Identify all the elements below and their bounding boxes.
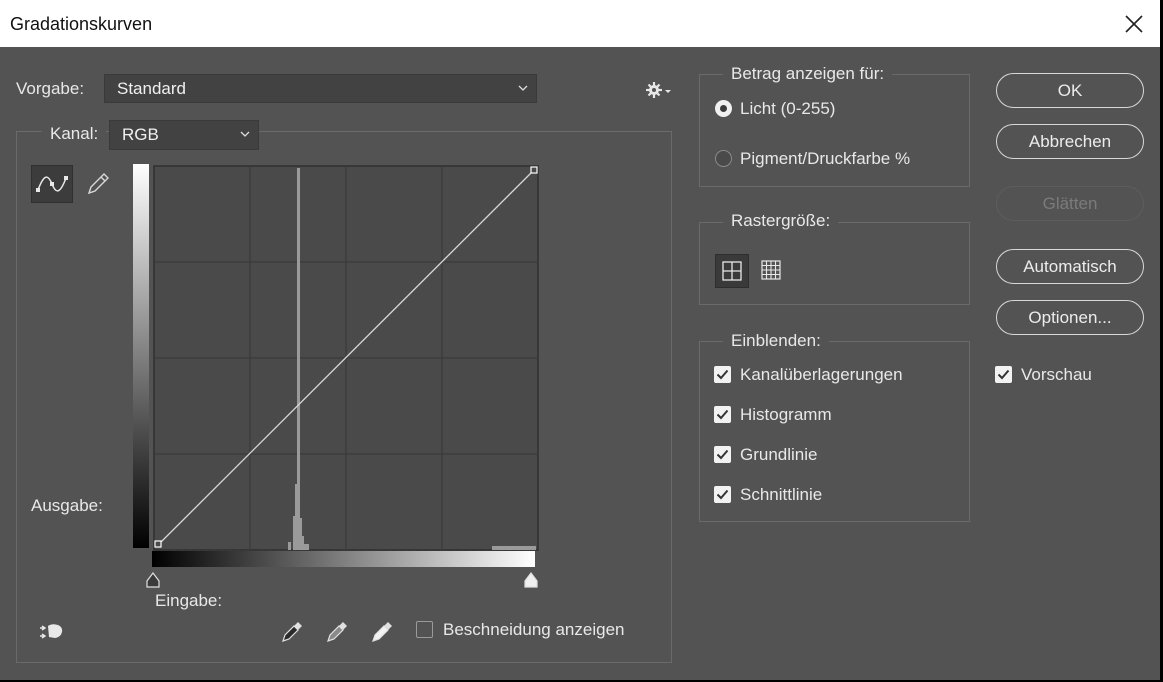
chevron-down-icon [518, 85, 528, 91]
baseline-label: Grundlinie [740, 445, 818, 464]
output-gradient-bar [133, 164, 149, 548]
preset-dropdown[interactable]: Standard [104, 74, 537, 103]
light-radio-label: Licht (0-255) [740, 99, 836, 118]
dialog-title: Gradationskurven [10, 14, 153, 34]
grid-size-legend: Rastergröße: [723, 211, 839, 231]
input-label: Eingabe: [155, 591, 223, 610]
pencil-tool-icon[interactable] [84, 170, 112, 198]
black-eyedropper-icon[interactable] [279, 617, 307, 645]
ok-button[interactable]: OK [996, 73, 1144, 108]
white-point-slider[interactable] [523, 571, 539, 589]
cancel-button[interactable]: Abbrechen [996, 124, 1144, 159]
chevron-down-icon [240, 131, 250, 137]
curve-graph[interactable] [152, 164, 540, 552]
baseline-checkbox[interactable] [714, 446, 731, 463]
gray-eyedropper-icon[interactable] [324, 617, 352, 645]
channel-label: Kanal: [42, 124, 107, 144]
channel-overlays-checkbox[interactable] [714, 366, 731, 383]
channel-overlays-label: Kanalüberlagerungen [740, 365, 903, 384]
auto-button[interactable]: Automatisch [996, 249, 1144, 284]
curve-edit-tool-icon[interactable] [31, 165, 73, 203]
output-label: Ausgabe: [31, 496, 103, 515]
detailed-grid-icon[interactable] [755, 254, 789, 288]
input-gradient-bar [152, 551, 535, 567]
show-amount-legend: Betrag anzeigen für: [723, 64, 893, 84]
intersection-line-label: Schnittlinie [740, 485, 823, 504]
histogram-label: Histogramm [740, 405, 832, 424]
channel-value: RGB [122, 125, 159, 144]
title-bar: Gradationskurven [0, 0, 1160, 47]
on-image-adjust-icon[interactable] [36, 620, 66, 644]
preset-label: Vorgabe: [16, 79, 85, 98]
preset-value: Standard [117, 79, 186, 98]
show-clipping-label: Beschneidung anzeigen [443, 620, 625, 639]
simple-grid-icon[interactable] [715, 254, 749, 288]
channel-dropdown[interactable]: RGB [109, 120, 259, 150]
intersection-line-checkbox[interactable] [714, 486, 731, 503]
pigment-radio-label: Pigment/Druckfarbe % [740, 149, 911, 168]
histogram-checkbox[interactable] [714, 406, 731, 423]
smooth-button[interactable]: Glätten [996, 186, 1144, 221]
curve-point-black[interactable] [154, 540, 162, 548]
curves-dialog: Gradationskurven Vorgabe: Standard Kanal… [0, 0, 1163, 682]
show-legend: Einblenden: [723, 331, 829, 351]
curve-point-white[interactable] [530, 166, 538, 174]
black-point-slider[interactable] [145, 571, 161, 589]
preview-label: Vorschau [1021, 365, 1092, 384]
show-amount-group [699, 74, 970, 187]
gear-icon[interactable] [645, 80, 673, 100]
options-button[interactable]: Optionen... [996, 300, 1144, 335]
pigment-radio[interactable] [715, 150, 732, 167]
close-icon[interactable] [1122, 12, 1146, 36]
light-radio[interactable] [715, 100, 732, 117]
preview-checkbox[interactable] [995, 366, 1012, 383]
show-clipping-checkbox[interactable] [416, 621, 433, 638]
white-eyedropper-icon[interactable] [369, 617, 397, 645]
